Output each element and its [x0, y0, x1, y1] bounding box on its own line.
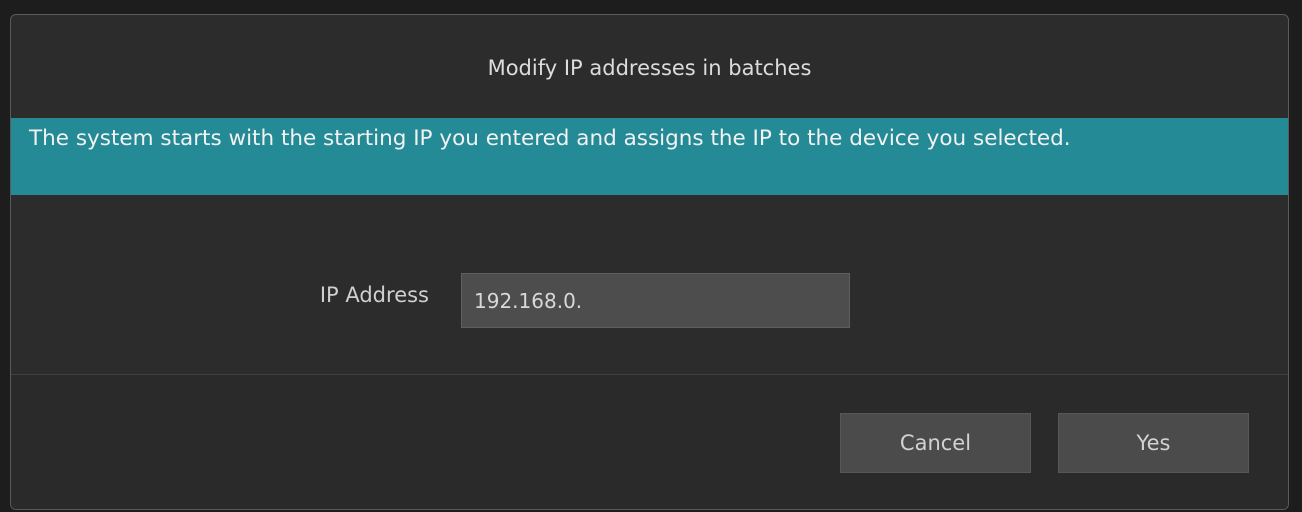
dialog-title: Modify IP addresses in batches [487, 56, 812, 80]
ip-address-label: IP Address [319, 283, 429, 307]
yes-button[interactable]: Yes [1058, 413, 1249, 473]
info-message: The system starts with the starting IP y… [29, 126, 1071, 151]
cancel-button[interactable]: Cancel [840, 413, 1031, 473]
ip-address-input[interactable] [461, 273, 850, 328]
modify-ip-dialog: Modify IP addresses in batches The syste… [10, 14, 1289, 510]
dialog-footer: Cancel Yes [11, 375, 1288, 509]
ip-form: IP Address [11, 195, 1288, 375]
info-banner: The system starts with the starting IP y… [11, 118, 1288, 195]
